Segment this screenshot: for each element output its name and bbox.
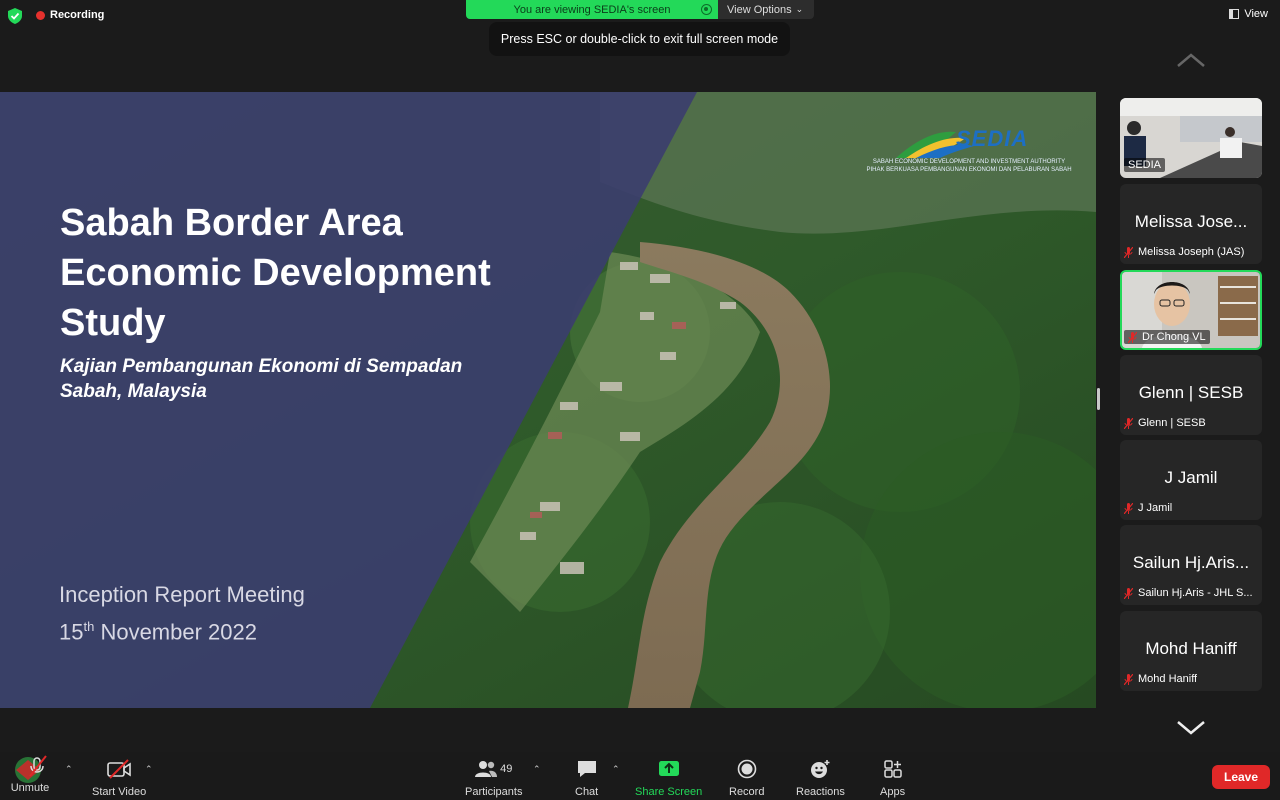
participant-name: Sailun Hj.Aris...: [1132, 553, 1250, 572]
participants-icon: [475, 761, 498, 777]
slide-date-rest: November 2022: [94, 619, 257, 645]
leave-button[interactable]: Leave: [1212, 765, 1270, 789]
participants-label: Participants: [465, 786, 523, 798]
sedia-logo-text: SEDIA: [956, 126, 1029, 151]
fullscreen-exit-tooltip: Press ESC or double-click to exit full s…: [489, 22, 790, 56]
participant-label: Melissa Joseph (JAS): [1124, 246, 1244, 258]
reactions-icon: [811, 760, 830, 778]
mic-muted-icon: [1124, 246, 1133, 258]
video-options-caret-icon[interactable]: ⌃: [145, 764, 153, 775]
chat-label: Chat: [575, 786, 599, 798]
recording-label: Recording: [50, 9, 105, 21]
slide-meeting-label: Inception Report Meeting: [59, 582, 305, 607]
participant-label-text: SEDIA: [1124, 158, 1166, 172]
participants-button[interactable]: 49 Participants: [465, 758, 522, 798]
shared-screen[interactable]: Sabah Border Area Economic Development S…: [0, 92, 1096, 708]
participant-tile-sedia[interactable]: SEDIA: [1120, 98, 1262, 178]
slide-title: Sabah Border Area Economic Development S…: [60, 202, 491, 344]
participant-name: Mohd Haniff: [1145, 639, 1237, 658]
view-button[interactable]: View: [1229, 8, 1268, 20]
view-label: View: [1244, 8, 1268, 20]
participant-label: Sailun Hj.Aris - JHL S...: [1124, 587, 1253, 599]
reactions-label: Reactions: [796, 786, 845, 798]
chat-icon: [577, 761, 596, 777]
unmute-button[interactable]: Unmute: [8, 755, 52, 794]
mic-muted-icon: [1124, 502, 1133, 514]
participant-tile-dr-chong[interactable]: Dr Chong VL: [1120, 270, 1262, 350]
panel-resize-handle[interactable]: [1097, 388, 1100, 410]
mic-muted-icon: [1124, 587, 1133, 599]
mic-muted-icon: [1128, 331, 1137, 343]
participant-tile-glenn[interactable]: Glenn | SESB Glenn | SESB: [1120, 355, 1262, 435]
reactions-button[interactable]: Reactions: [796, 758, 845, 798]
unmute-label: Unmute: [10, 782, 50, 794]
chevron-down-icon[interactable]: [1176, 720, 1206, 736]
participant-label-text: Glenn | SESB: [1138, 417, 1206, 429]
participant-name: Glenn | SESB: [1138, 383, 1244, 402]
participant-name: Melissa Jose...: [1134, 212, 1248, 231]
slide-subtitle: Kajian Pembangunan Ekonomi di Sempadan S…: [60, 356, 463, 402]
participant-tile-melissa[interactable]: Melissa Jose... Melissa Joseph (JAS): [1120, 184, 1262, 264]
leave-label: Leave: [1223, 770, 1259, 784]
start-video-button[interactable]: Start Video: [92, 758, 146, 798]
mic-muted-icon: [1124, 673, 1133, 685]
video-off-icon: [107, 759, 131, 779]
chat-options-caret-icon[interactable]: ⌃: [612, 764, 620, 775]
participant-tile-j-jamil[interactable]: J Jamil J Jamil: [1120, 440, 1262, 520]
view-options-button[interactable]: View Options ⌄: [718, 0, 814, 19]
view-layout-icon: [1229, 9, 1240, 19]
participant-tile-sailun[interactable]: Sailun Hj.Aris... Sailun Hj.Aris - JHL S…: [1120, 525, 1262, 605]
share-status-icon: [701, 4, 712, 15]
sedia-caption-line-2: PIHAK BERKUASA PEMBANGUNAN EKONOMI DAN P…: [866, 167, 1072, 173]
participants-options-caret-icon[interactable]: ⌃: [533, 764, 541, 775]
apps-button[interactable]: Apps: [880, 758, 905, 798]
mic-muted-icon: [1124, 417, 1133, 429]
participant-name: J Jamil: [1164, 468, 1218, 487]
participant-label-text: Mohd Haniff: [1138, 673, 1198, 685]
audio-options-caret-icon[interactable]: ⌃: [65, 764, 73, 775]
participant-label: Mohd Haniff: [1124, 673, 1197, 685]
share-screen-button[interactable]: Share Screen: [635, 758, 702, 798]
participant-label-text: J Jamil: [1138, 502, 1173, 514]
view-options-label: View Options: [727, 3, 792, 16]
participant-label-chip: Dr Chong VL: [1124, 330, 1210, 344]
apps-icon: [883, 760, 902, 778]
apps-label: Apps: [880, 786, 906, 798]
slide-date-suffix: th: [83, 619, 95, 634]
chat-button[interactable]: Chat: [575, 758, 598, 798]
participant-tile-mohd-haniff[interactable]: Mohd Haniff Mohd Haniff: [1120, 611, 1262, 691]
participant-label: SEDIA: [1124, 158, 1166, 172]
fullscreen-exit-text: Press ESC or double-click to exit full s…: [500, 32, 779, 46]
microphone-muted-icon: [15, 755, 47, 783]
record-button[interactable]: Record: [729, 758, 764, 798]
participant-label-text: Melissa Joseph (JAS): [1138, 246, 1245, 258]
share-screen-label: Share Screen: [635, 786, 703, 798]
slide-date: 15th November 2022: [59, 619, 257, 645]
share-screen-icon: [658, 761, 679, 776]
security-shield-icon[interactable]: [8, 8, 22, 24]
participant-label-text: Dr Chong VL: [1142, 331, 1206, 343]
chevron-down-icon: ⌄: [795, 4, 804, 14]
recording-dot-icon: [36, 10, 45, 20]
record-icon: [737, 759, 757, 779]
participant-label: Dr Chong VL: [1124, 330, 1210, 344]
participants-count: 49: [500, 763, 513, 775]
chevron-up-icon[interactable]: [1176, 52, 1206, 68]
sedia-caption-line-1: SABAH ECONOMIC DEVELOPMENT AND INVESTMEN…: [872, 159, 1066, 165]
participant-label: J Jamil: [1124, 502, 1172, 514]
record-label: Record: [729, 786, 765, 798]
viewing-banner-text: You are viewing SEDIA's screen: [513, 3, 671, 16]
recording-indicator[interactable]: Recording: [36, 9, 104, 21]
participant-label: Glenn | SESB: [1124, 417, 1206, 429]
participant-label-text: Sailun Hj.Aris - JHL S...: [1138, 587, 1253, 599]
sedia-logo-caption: SABAH ECONOMIC DEVELOPMENT AND INVESTMEN…: [866, 158, 1072, 174]
start-video-label: Start Video: [92, 786, 147, 798]
zoom-meeting-window: Recording You are viewing SEDIA's screen…: [0, 0, 1280, 800]
slide-date-day: 15: [59, 619, 84, 645]
viewing-banner: You are viewing SEDIA's screen: [466, 0, 718, 19]
meeting-toolbar: Unmute ⌃ Start Video ⌃ 49 Participants ⌃…: [0, 752, 1280, 800]
